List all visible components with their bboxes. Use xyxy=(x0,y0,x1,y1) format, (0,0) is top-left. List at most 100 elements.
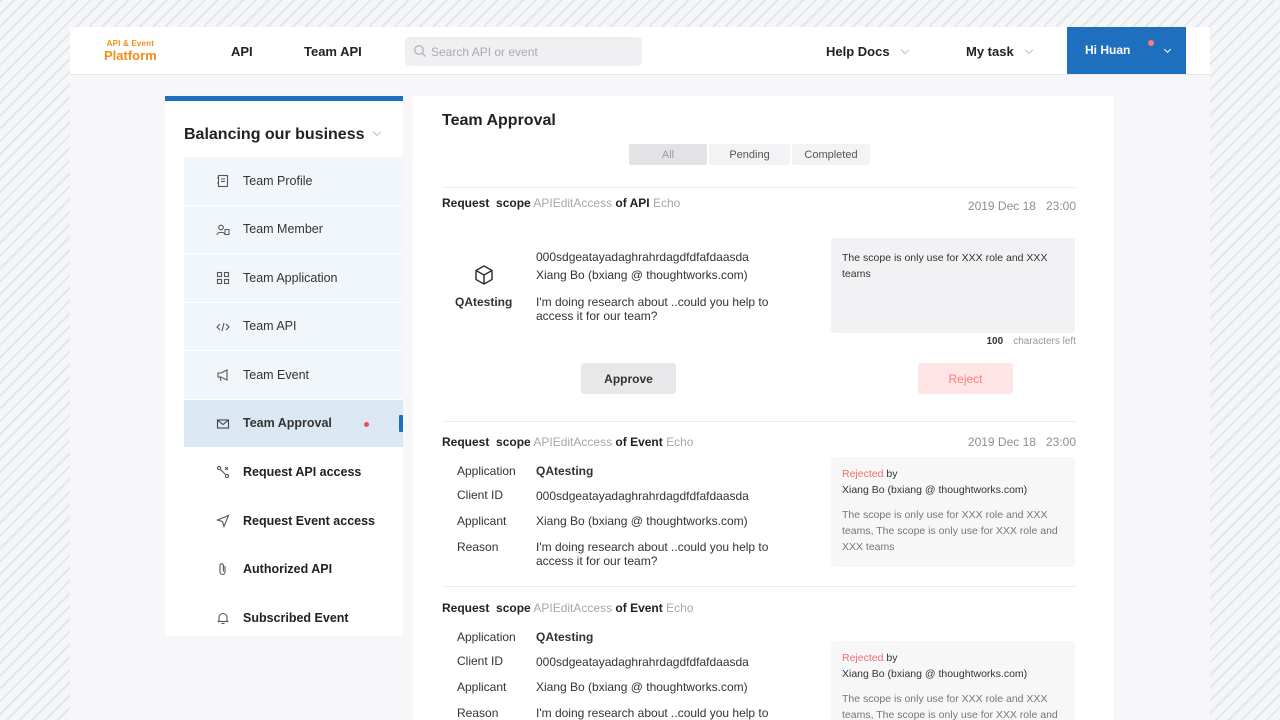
sidebar-item-subscribed-event[interactable]: Subscribed Event xyxy=(184,594,403,643)
profile-icon xyxy=(217,174,229,188)
notification-dot-icon xyxy=(364,421,369,427)
sidebar-item-label: Subscribed Event xyxy=(243,610,349,625)
sidebar-item-team-member[interactable]: Team Member xyxy=(184,205,403,254)
divider xyxy=(442,421,1076,422)
status-filter-tabs: All Pending Completed xyxy=(629,144,872,165)
applicant-value: Xiang Bo (bxiang @ thoughtworks.com) xyxy=(536,514,748,528)
request-date: 2019 Dec 18 xyxy=(967,435,1036,449)
code-icon xyxy=(216,322,230,331)
team-selector[interactable]: Balancing our business xyxy=(184,126,382,144)
rejection-status: Rejected by xyxy=(842,650,1064,666)
request-title: Request scope APIEditAccess of Event Ech… xyxy=(442,601,693,615)
request-prefix: Request xyxy=(442,196,490,210)
my-task-label: My task xyxy=(966,44,1014,59)
applicant-label: Applicant xyxy=(457,514,507,528)
chevron-down-icon xyxy=(373,127,382,137)
nav-team-api-link[interactable]: Team API xyxy=(304,44,362,59)
request-card-pending: Request scope APIEditAccess of API Echo … xyxy=(442,196,1076,421)
reason-label: Reason xyxy=(457,706,499,720)
rejected-by: Xiang Bo (bxiang @ thoughtworks.com) xyxy=(842,484,1028,496)
request-card-rejected: Request scope APIEditAccess of Event Ech… xyxy=(442,435,1076,585)
send-icon xyxy=(216,513,230,528)
client-id-value: 000sdgeatayadaghrahrdagdfdfafdaasda xyxy=(536,655,749,669)
rejection-details: Rejected by Xiang Bo (bxiang @ thoughtwo… xyxy=(831,457,1075,567)
by-label: by xyxy=(886,652,898,664)
request-date: 2019 Dec 18 xyxy=(967,199,1036,213)
user-menu[interactable]: Hi Huan xyxy=(1067,27,1186,74)
request-time: 23:00 xyxy=(1045,435,1076,449)
request-timestamp: 2019 Dec 18 23:00 xyxy=(968,199,1076,213)
sidebar-item-team-application[interactable]: Team Application xyxy=(184,254,403,303)
application-label: Application xyxy=(457,630,516,644)
rejection-message: The scope is only use for XXX role and X… xyxy=(842,509,1058,553)
character-counter: 100 characters left xyxy=(987,336,1077,347)
reject-button[interactable]: Reject xyxy=(918,363,1013,394)
application-label: Application xyxy=(457,464,516,478)
team-name: Balancing our business xyxy=(184,126,365,143)
platform-logo[interactable]: API & Event Platform xyxy=(104,40,157,63)
status-badge: Rejected xyxy=(842,652,884,664)
request-timestamp: 2019 Dec 18 23:00 xyxy=(968,435,1076,449)
members-icon xyxy=(216,224,230,235)
approve-button[interactable]: Approve xyxy=(581,363,676,394)
sidebar-item-authorized-api[interactable]: Authorized API xyxy=(184,545,403,594)
sidebar-item-team-approval[interactable]: Team Approval xyxy=(184,399,403,448)
reason-value: I'm doing research about ..could you hel… xyxy=(536,295,769,323)
reason-label: Reason xyxy=(457,540,499,554)
approval-panel: Team Approval All Pending Completed Requ… xyxy=(413,96,1114,720)
nav-api-link[interactable]: API xyxy=(231,44,253,59)
scope-label: scope xyxy=(496,196,531,210)
my-task-dropdown[interactable]: My task xyxy=(966,44,1033,59)
request-prefix: Request xyxy=(442,601,490,615)
route-icon xyxy=(216,465,230,479)
notification-dot-icon xyxy=(1148,40,1154,46)
by-label: by xyxy=(886,468,898,480)
tab-all[interactable]: All xyxy=(629,144,707,165)
request-prefix: Request xyxy=(442,435,490,449)
sidebar: Balancing our business Team Profile Team… xyxy=(165,96,403,636)
sidebar-item-team-profile[interactable]: Team Profile xyxy=(184,157,403,206)
approval-note-textarea[interactable]: The scope is only use for XXX role and X… xyxy=(831,238,1075,333)
applicant-value: Xiang Bo (bxiang @ thoughtworks.com) xyxy=(536,680,748,694)
sidebar-item-label: Team Approval xyxy=(243,416,332,431)
scope-name: APIEditAccess xyxy=(533,196,613,210)
request-card-rejected: Request scope APIEditAccess of Event Ech… xyxy=(442,601,1076,720)
chevron-down-icon xyxy=(900,45,909,55)
search-input[interactable] xyxy=(405,37,642,66)
tab-pending[interactable]: Pending xyxy=(709,144,790,165)
status-badge: Rejected xyxy=(842,468,884,480)
sidebar-item-label: Request Event access xyxy=(243,513,376,528)
mail-icon xyxy=(216,418,230,429)
tab-completed[interactable]: Completed xyxy=(792,144,870,165)
app-frame: API & Event Platform API Team API Help D… xyxy=(70,27,1210,720)
sidebar-item-label: Request API access xyxy=(243,465,362,480)
application-value: QAtesting xyxy=(536,630,594,644)
sidebar-item-request-event-access[interactable]: Request Event access xyxy=(184,497,403,546)
top-navigation-bar: API & Event Platform API Team API Help D… xyxy=(70,27,1210,75)
logo-line-2: Platform xyxy=(104,48,157,63)
client-id-label: Client ID xyxy=(457,488,504,502)
help-docs-dropdown[interactable]: Help Docs xyxy=(826,44,909,59)
characters-left-count: 100 xyxy=(986,336,1004,347)
reason-value: I'm doing research about ..could you hel… xyxy=(536,706,769,720)
sidebar-item-team-api[interactable]: Team API xyxy=(184,302,403,351)
megaphone-icon xyxy=(217,369,228,382)
scope-name: APIEditAccess xyxy=(533,435,613,449)
sidebar-item-request-api-access[interactable]: Request API access xyxy=(184,448,403,497)
page-title: Team Approval xyxy=(442,112,556,129)
request-time: 23:00 xyxy=(1045,199,1076,213)
sidebar-item-team-event[interactable]: Team Event xyxy=(184,351,403,400)
sidebar-item-label: Team Profile xyxy=(243,173,313,188)
grid-icon xyxy=(216,271,230,285)
divider xyxy=(442,586,1076,587)
scope-name: APIEditAccess xyxy=(533,601,613,615)
target-type: of API xyxy=(615,196,650,210)
cube-icon xyxy=(475,265,493,285)
application-value: QAtesting xyxy=(536,464,594,478)
rejection-status: Rejected by xyxy=(842,466,1064,482)
rejection-details: Rejected by Xiang Bo (bxiang @ thoughtwo… xyxy=(831,641,1075,720)
target-type: of Event xyxy=(615,601,663,615)
search-icon xyxy=(414,45,426,57)
target-name: Echo xyxy=(666,435,694,449)
divider xyxy=(442,187,1076,188)
